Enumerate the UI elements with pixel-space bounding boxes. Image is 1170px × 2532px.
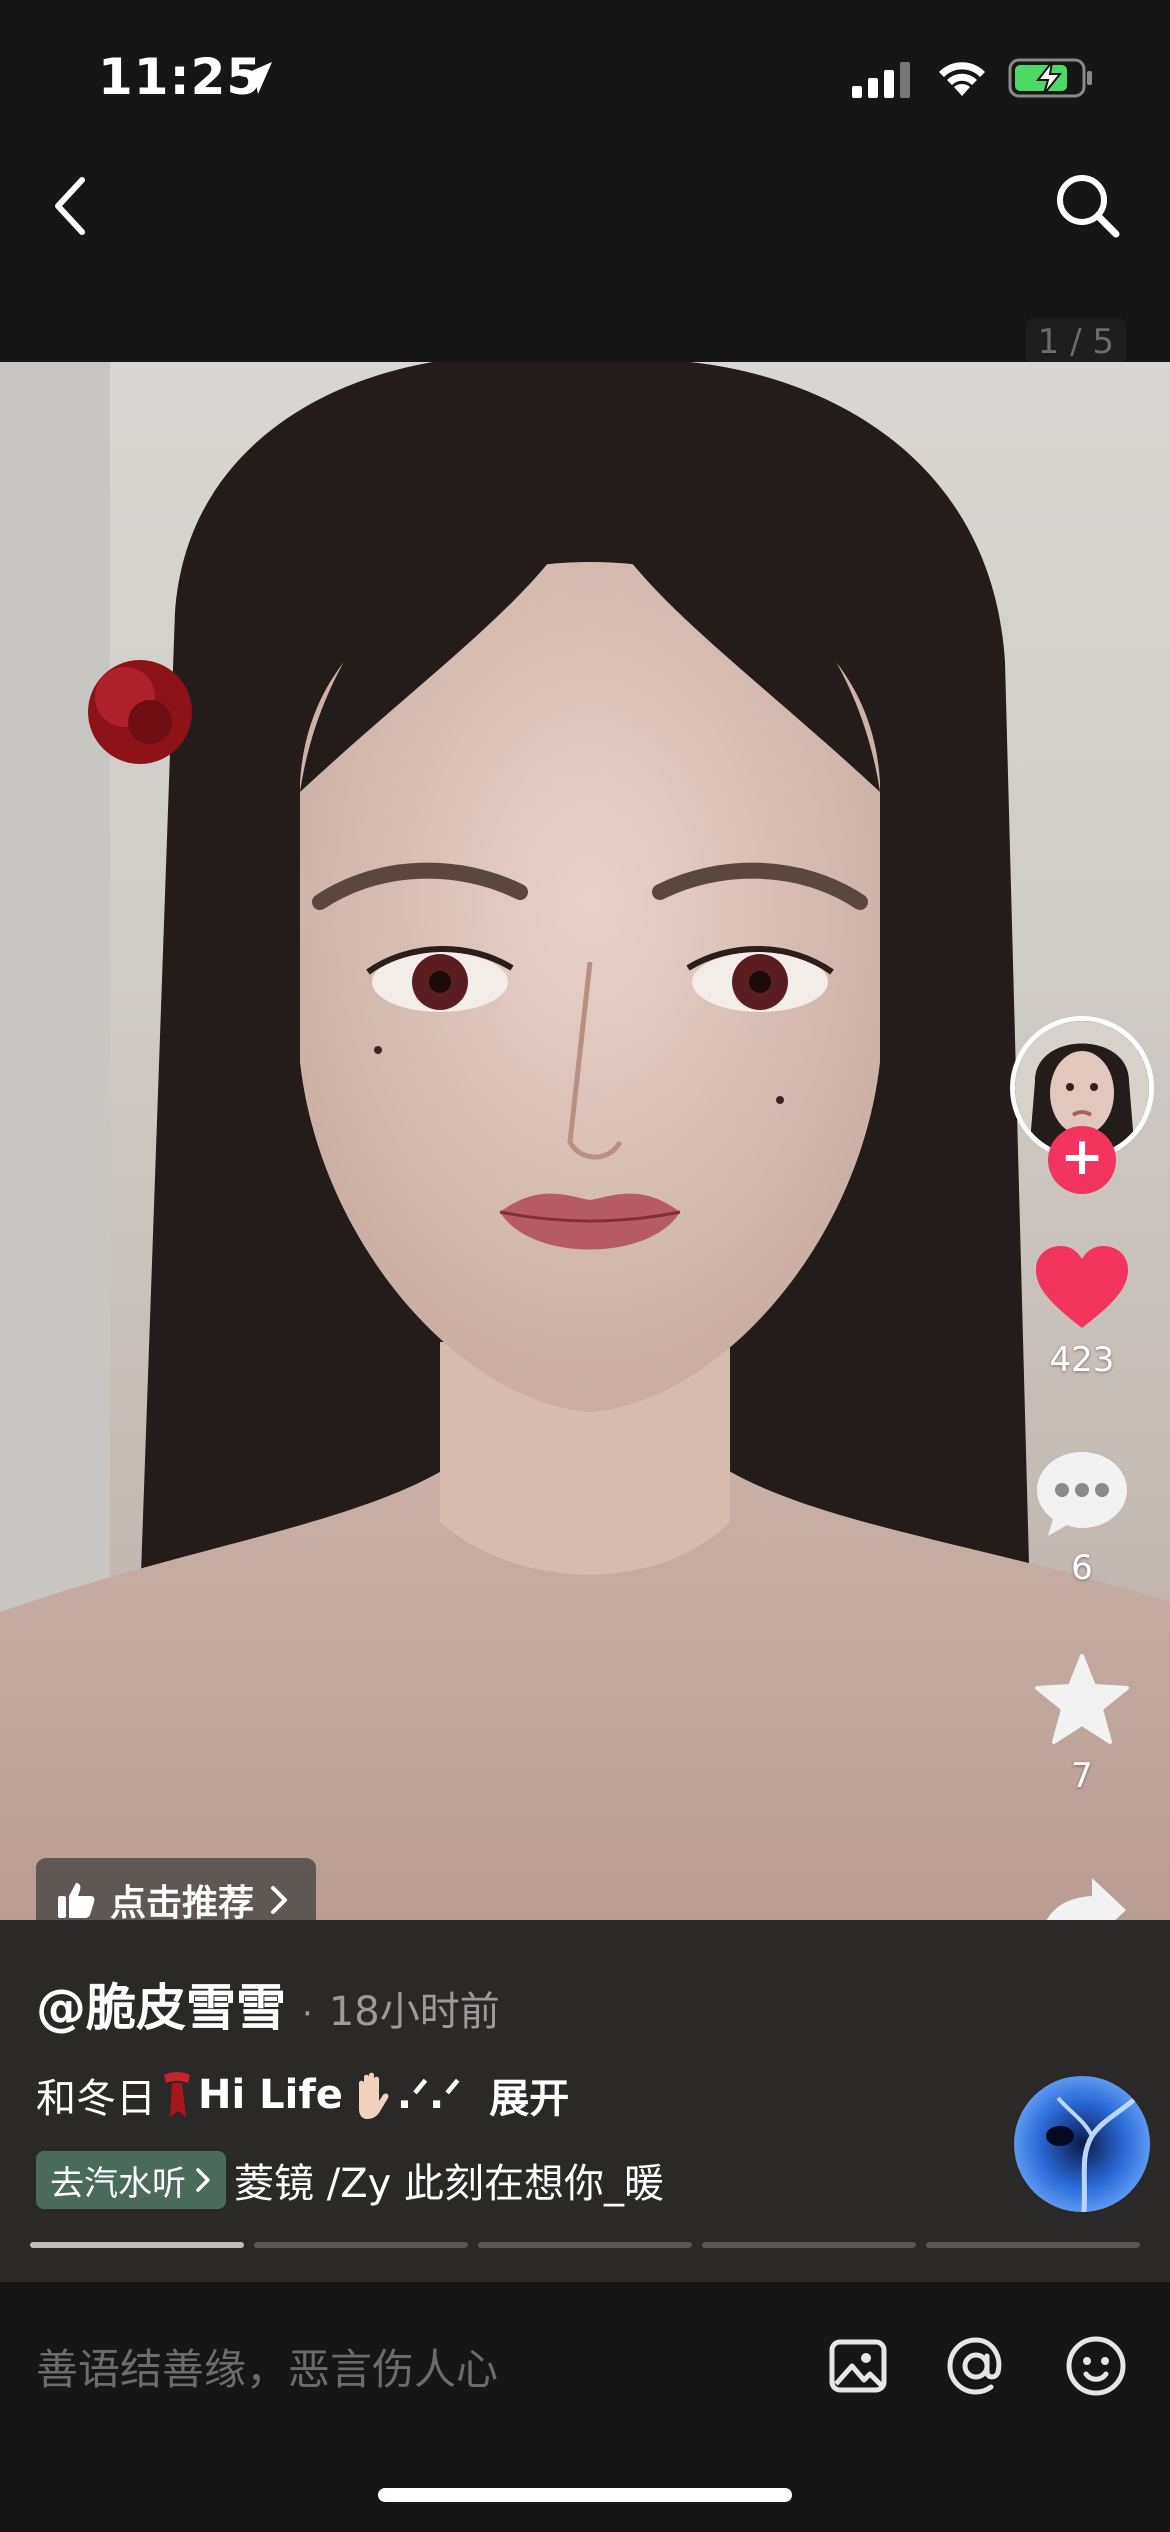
screen: 11:25 1 / 5 点击推荐 + 423 6 7 @脆皮雪雪 · 18小时前… — [0, 0, 1170, 2532]
back-button[interactable] — [38, 166, 100, 246]
location-arrow-icon — [240, 62, 272, 94]
chevron-right-icon — [196, 2168, 210, 2192]
recommend-label: 点击推荐 — [110, 1883, 255, 1924]
star-icon — [1035, 1654, 1129, 1744]
portrait-illustration — [0, 362, 1170, 1920]
battery-charging-icon — [1008, 58, 1092, 98]
page-indicator: 1 / 5 — [1025, 318, 1126, 366]
emoji-icon[interactable] — [1064, 2334, 1128, 2398]
progress-segment — [478, 2242, 692, 2248]
wifi-icon — [939, 62, 985, 96]
caption-text-2: Hi Life — [198, 2072, 343, 2118]
home-indicator — [378, 2488, 792, 2502]
comment-action[interactable]: 6 — [1012, 1448, 1152, 1588]
like-action[interactable]: 423 — [1012, 1244, 1152, 1380]
rose-decoration — [88, 660, 192, 764]
separator-dot: · — [302, 1994, 313, 2034]
search-icon[interactable] — [1050, 168, 1126, 244]
music-disc-art — [1046, 2094, 1140, 2212]
favorite-action[interactable]: 7 — [1012, 1654, 1152, 1796]
progress-segment — [702, 2242, 916, 2248]
music-disc[interactable] — [1014, 2076, 1150, 2212]
comment-count: 6 — [1071, 1548, 1093, 1588]
music-row[interactable]: 去汽水听 菱镜 /Zy 此刻在想你_暖 — [36, 2150, 664, 2210]
like-count: 423 — [1049, 1340, 1115, 1380]
progress-segment — [926, 2242, 1140, 2248]
comment-input[interactable]: 善语结善缘，恶言伤人心 — [36, 2336, 498, 2397]
post-photo[interactable] — [0, 362, 1170, 1920]
author-name[interactable]: @脆皮雪雪 — [36, 1968, 286, 2040]
progress-segment — [30, 2242, 244, 2248]
status-bar: 11:25 — [0, 0, 1170, 150]
favorite-count: 7 — [1071, 1756, 1093, 1796]
post-caption[interactable]: 和冬日 Hi Life .ᐟ.ᐟ 展开 — [36, 2066, 569, 2124]
image-icon[interactable] — [826, 2334, 890, 2398]
caption-text-3: .ᐟ.ᐟ — [396, 2072, 462, 2118]
chevron-right-icon — [271, 1886, 288, 1914]
signal-icon — [852, 62, 910, 98]
music-chip-label: 去汽水听 — [50, 2163, 186, 2204]
at-icon[interactable] — [944, 2334, 1008, 2398]
open-music-app-button[interactable]: 去汽水听 — [36, 2151, 226, 2209]
waving-hand-icon — [358, 2072, 389, 2119]
caption-text-1: 和冬日 — [36, 2076, 156, 2122]
music-track: 菱镜 /Zy 此刻在想你_暖 — [234, 2161, 664, 2207]
follow-button[interactable]: + — [1048, 1126, 1116, 1194]
thumbs-up-icon — [58, 1883, 95, 1918]
progress-segment — [254, 2242, 468, 2248]
expand-button[interactable]: 展开 — [489, 2066, 569, 2124]
author-line: @脆皮雪雪 · 18小时前 — [36, 1968, 500, 2040]
scarf-icon — [164, 2072, 190, 2117]
heart-icon — [1036, 1246, 1128, 1328]
post-time: 18小时前 — [328, 1989, 500, 2035]
follow-plus-icon: + — [1060, 1127, 1104, 1187]
comment-icon — [1037, 1452, 1127, 1536]
photo-progress — [30, 2242, 1140, 2248]
